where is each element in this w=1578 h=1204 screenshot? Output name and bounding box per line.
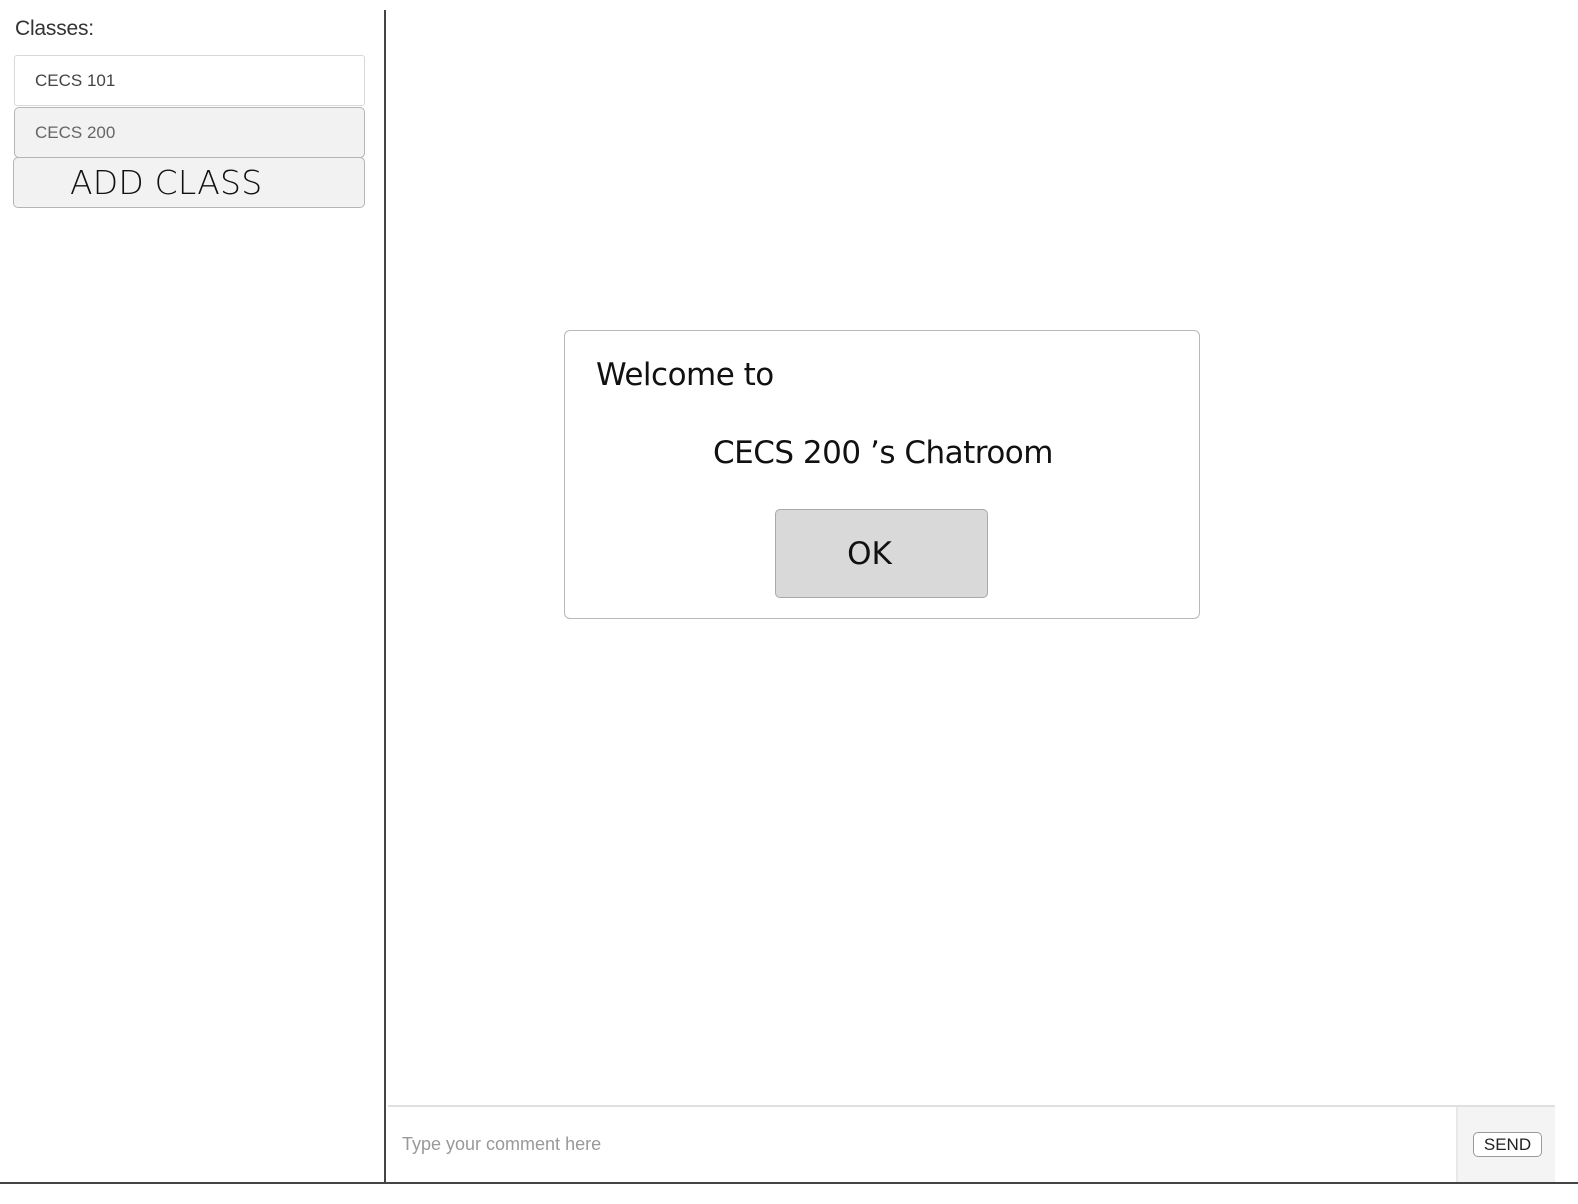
bottom-border [0,1182,1578,1184]
send-button[interactable]: SEND [1473,1132,1542,1157]
chat-area: Welcome to CECS 200 ’s Chatroom OK SEND [386,0,1578,1182]
add-class-button-label: ADD CLASS [70,163,263,202]
chatroom-suffix: ’s Chatroom [869,435,1054,471]
sidebar-title: Classes: [15,17,94,40]
ok-button[interactable]: OK [775,509,988,598]
welcome-dialog: Welcome to CECS 200 ’s Chatroom OK [564,330,1200,619]
chatroom-class-name: CECS 200 [713,435,861,471]
chatroom-title: CECS 200 ’s Chatroom [565,435,1201,471]
send-button-label: SEND [1483,1134,1532,1154]
class-item-cecs-101[interactable]: CECS 101 [14,55,365,106]
welcome-text: Welcome to [596,357,774,393]
comment-input[interactable] [388,1107,1456,1182]
ok-button-label: OK [847,535,892,572]
class-item-cecs-200[interactable]: CECS 200 [14,107,365,158]
comment-composer: SEND [388,1105,1555,1182]
class-item-label: CECS 200 [35,122,116,142]
class-sidebar: Classes: CECS 101 CECS 200 ADD CLASS [0,0,385,1184]
class-item-label: CECS 101 [35,70,116,90]
send-panel: SEND [1456,1107,1555,1182]
add-class-button[interactable]: ADD CLASS [13,157,365,208]
